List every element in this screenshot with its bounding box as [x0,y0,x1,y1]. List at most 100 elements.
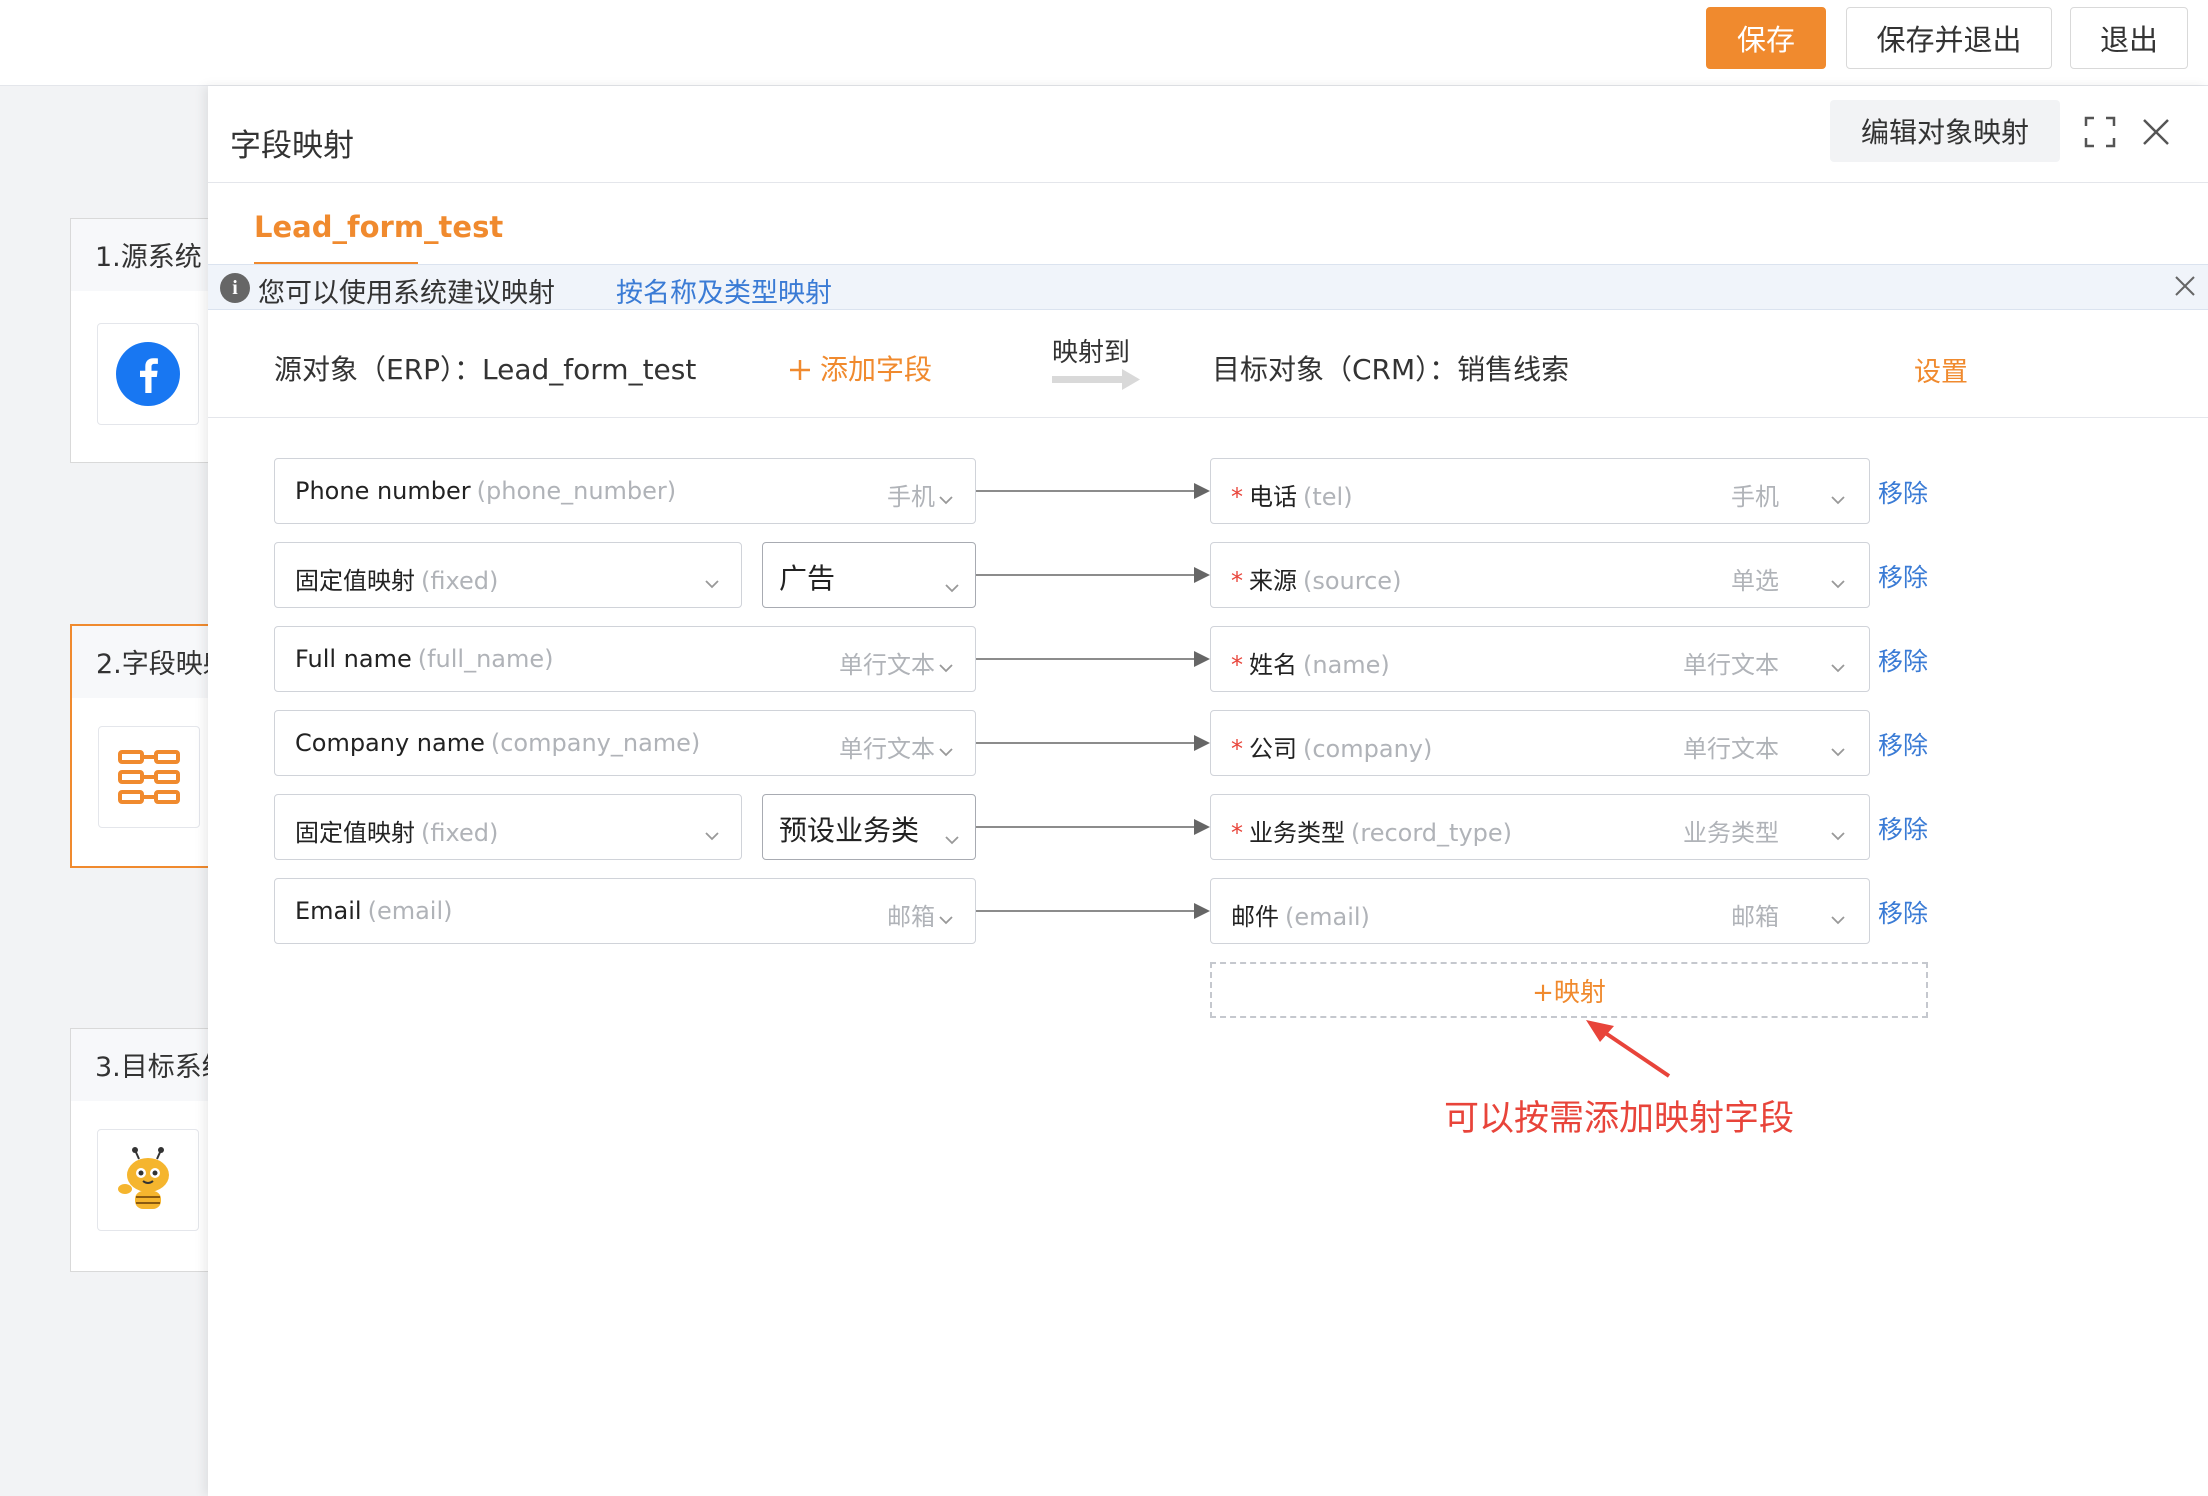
target-field-type: 邮箱 [1731,903,1779,931]
arrow-head-icon [1194,903,1210,919]
target-field-type: 单行文本 [1683,651,1779,679]
target-field-type: 单选 [1731,567,1779,595]
add-field-label: 添加字段 [820,353,933,386]
field-mapping-icon [98,726,200,828]
target-field-select[interactable]: * 来源 (source) 单选 [1210,542,1870,608]
fixed-value-select[interactable]: 预设业务类 [762,794,976,860]
close-icon[interactable] [2136,112,2176,152]
remove-mapping-link[interactable]: 移除 [1878,558,1928,594]
mapping-connector [976,658,1194,660]
arrow-head-icon [1194,651,1210,667]
chevron-down-icon [939,485,953,505]
source-field-select[interactable]: Email (email) 邮箱 [274,878,976,944]
target-field-name: * 电话 (tel) [1231,483,1353,511]
save-and-exit-button[interactable]: 保存并退出 [1846,7,2052,69]
remove-mapping-link[interactable]: 移除 [1878,474,1928,510]
top-toolbar: 保存 保存并退出 退出 [0,0,2208,86]
mapping-connector [976,826,1194,828]
close-icon[interactable] [2172,273,2200,301]
source-field-select[interactable]: Phone number (phone_number) 手机 [274,458,976,524]
map-by-name-and-type-link[interactable]: 按名称及类型映射 [616,271,832,310]
arrow-head-icon [1194,483,1210,499]
target-field-name: * 业务类型 (record_type) [1231,819,1513,847]
fixed-value-select[interactable]: 广告 [762,542,976,608]
target-field-type: 手机 [1731,483,1779,511]
drawer-title: 字段映射 [230,128,354,164]
settings-link[interactable]: 设置 [1914,350,1968,389]
chevron-down-icon [945,569,959,593]
chevron-down-icon [939,737,953,757]
chevron-down-icon [939,653,953,673]
right-arrow-icon [1052,369,1140,390]
chevron-down-icon [1831,821,1845,841]
annotation-note: 可以按需添加映射字段 [1444,1099,1795,1139]
target-field-type: 单行文本 [1683,735,1779,763]
arrow-head-icon [1194,735,1210,751]
target-object-label: 目标对象（CRM）：销售线索 [1212,353,1570,386]
source-field-name: Full name (full_name) [295,645,554,673]
mapping-connector [976,742,1194,744]
crm-mascot-icon [97,1129,199,1231]
source-field-name: Email (email) [295,897,453,925]
step-source-system[interactable]: 1.源系统 [70,218,220,463]
source-field-select[interactable]: Company name (company_name) 单行文本 [274,710,976,776]
target-field-select[interactable]: 邮件 (email) 邮箱 [1210,878,1870,944]
source-field-type: 手机 [887,483,935,511]
chevron-down-icon [1831,485,1845,505]
step-label: 1.源系统 [71,219,219,291]
step-field-mapping[interactable]: 2.字段映射 [70,624,220,868]
tab-lead-form-test[interactable]: Lead_form_test [254,210,503,244]
map-to-label: 映射到 [1052,332,1140,391]
remove-mapping-link[interactable]: 移除 [1878,894,1928,930]
source-field-name: 固定值映射 (fixed) [295,819,499,847]
remove-mapping-link[interactable]: 移除 [1878,810,1928,846]
chevron-down-icon [1831,569,1845,589]
remove-mapping-link[interactable]: 移除 [1878,726,1928,762]
object-mapping-header: 源对象（ERP）：Lead_form_test 添加字段 映射到 目标对象（CR… [208,312,2208,418]
chevron-down-icon [1831,905,1845,925]
exit-button[interactable]: 退出 [2070,7,2188,69]
target-field-select[interactable]: * 姓名 (name) 单行文本 [1210,626,1870,692]
field-mapping-drawer: 字段映射 编辑对象映射 Lead_form_test i 您可以使用系统建议映射… [208,86,2208,1496]
map-to-text: 映射到 [1052,338,1131,368]
target-field-name: * 姓名 (name) [1231,651,1390,679]
source-field-type: 单行文本 [839,651,935,679]
target-field-select[interactable]: * 电话 (tel) 手机 [1210,458,1870,524]
step-label: 3.目标系统 [71,1029,219,1101]
target-field-type: 业务类型 [1683,819,1779,847]
info-icon: i [220,273,250,303]
chevron-down-icon [945,821,959,845]
chevron-down-icon [1831,653,1845,673]
save-button[interactable]: 保存 [1706,7,1826,69]
add-field-button[interactable]: 添加字段 [788,348,932,388]
add-mapping-button[interactable]: +映射 [1210,962,1928,1018]
target-field-name: 邮件 (email) [1231,903,1370,931]
tip-text: 您可以使用系统建议映射 [258,278,555,309]
edit-object-mapping-button[interactable]: 编辑对象映射 [1830,100,2060,162]
chevron-down-icon [705,569,719,589]
source-field-select[interactable]: 固定值映射 (fixed) [274,542,742,608]
chevron-down-icon [939,905,953,925]
source-field-name: 固定值映射 (fixed) [295,567,499,595]
suggestion-tip-bar: i 您可以使用系统建议映射 按名称及类型映射 [208,264,2208,310]
step-target-system[interactable]: 3.目标系统 [70,1028,220,1272]
chevron-down-icon [705,821,719,841]
fixed-value: 预设业务类 [779,814,920,847]
annotation-arrow-icon [1586,1020,1671,1078]
mapping-connector [976,574,1194,576]
source-field-select[interactable]: 固定值映射 (fixed) [274,794,742,860]
source-field-select[interactable]: Full name (full_name) 单行文本 [274,626,976,692]
target-field-select[interactable]: * 业务类型 (record_type) 业务类型 [1210,794,1870,860]
remove-mapping-link[interactable]: 移除 [1878,642,1928,678]
source-field-type: 单行文本 [839,735,935,763]
target-field-select[interactable]: * 公司 (company) 单行文本 [1210,710,1870,776]
target-field-name: * 公司 (company) [1231,735,1433,763]
arrow-head-icon [1194,567,1210,583]
plus-icon [790,360,810,380]
mapping-connector [976,910,1194,912]
arrow-head-icon [1194,819,1210,835]
fixed-value: 广告 [779,562,836,595]
fullscreen-icon[interactable] [2080,112,2120,152]
header-divider [208,182,2208,183]
source-object-label: 源对象（ERP）：Lead_form_test [274,353,697,386]
